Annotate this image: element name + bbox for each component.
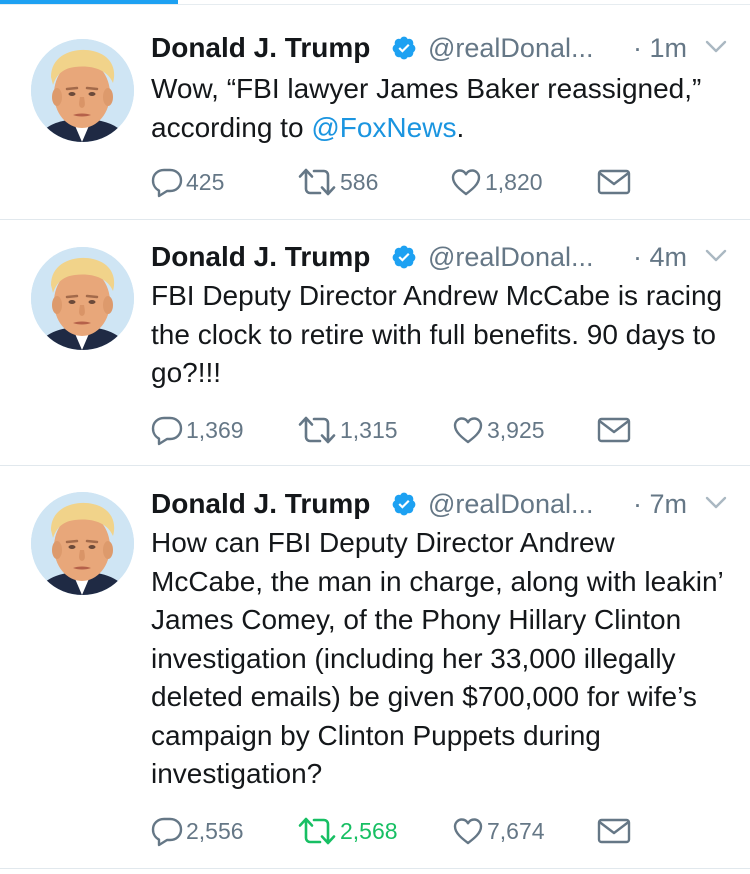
retweet-button[interactable]: 586 — [297, 165, 378, 199]
like-count: 7,674 — [487, 818, 545, 844]
tweet-header: Donald J. Trump @realDonal... · 1m — [151, 30, 730, 66]
like-button[interactable]: 1,820 — [450, 165, 543, 199]
retweet-count: 1,315 — [340, 417, 398, 443]
tweet-header: Donald J. Trump @realDonal... · 7m — [151, 486, 730, 522]
heart-icon — [450, 166, 482, 198]
retweet-button[interactable]: 1,315 — [297, 413, 398, 447]
reply-button[interactable]: 2,556 — [151, 814, 244, 848]
reply-icon — [151, 414, 183, 446]
display-name[interactable]: Donald J. Trump — [151, 486, 370, 522]
verified-badge-icon — [391, 244, 417, 270]
retweet-button[interactable]: 2,568 — [297, 814, 398, 848]
timestamp[interactable]: · 7m — [633, 486, 687, 522]
username-handle[interactable]: @realDonal... — [428, 239, 593, 275]
avatar[interactable] — [31, 39, 134, 142]
mention-link[interactable]: @FoxNews — [311, 112, 456, 143]
tweet[interactable]: Donald J. Trump @realDonal... · 4m FBI D… — [0, 220, 750, 466]
envelope-icon — [597, 168, 631, 196]
username-handle[interactable]: @realDonal... — [428, 486, 593, 522]
retweet-count: 586 — [340, 169, 379, 195]
reply-icon — [151, 815, 183, 847]
reply-button[interactable]: 425 — [151, 165, 224, 199]
display-name[interactable]: Donald J. Trump — [151, 239, 370, 275]
tweet-header: Donald J. Trump @realDonal... · 4m — [151, 239, 730, 275]
verified-badge-icon — [391, 35, 417, 61]
reply-count: 1,369 — [186, 417, 244, 443]
tweet-text: Wow, “FBI lawyer James Baker reassigned,… — [151, 70, 731, 147]
chevron-down-icon[interactable] — [705, 495, 727, 511]
display-name[interactable]: Donald J. Trump — [151, 30, 370, 66]
like-button[interactable]: 3,925 — [452, 413, 545, 447]
envelope-icon — [597, 817, 631, 845]
envelope-icon — [597, 416, 631, 444]
reply-count: 425 — [186, 169, 225, 195]
like-button[interactable]: 7,674 — [452, 814, 545, 848]
avatar[interactable] — [31, 247, 134, 350]
heart-icon — [452, 414, 484, 446]
heart-icon — [452, 815, 484, 847]
like-count: 1,820 — [485, 169, 543, 195]
direct-message-button[interactable] — [597, 814, 631, 848]
tweet-text: FBI Deputy Director Andrew McCabe is rac… — [151, 280, 723, 388]
tweet-actions: 1,369 1,315 3,925 — [151, 413, 750, 447]
tweet[interactable]: Donald J. Trump @realDonal... · 7m How c… — [0, 466, 750, 869]
profile-photo — [31, 247, 134, 350]
like-count: 3,925 — [487, 417, 545, 443]
tweet-text-part: . — [456, 111, 465, 143]
username-handle[interactable]: @realDonal... — [428, 30, 593, 66]
timestamp[interactable]: · 1m — [633, 30, 687, 66]
reply-button[interactable]: 1,369 — [151, 413, 244, 447]
tweet-actions: 2,556 2,568 7,674 — [151, 814, 750, 848]
tweet-actions: 425 586 1,820 — [151, 165, 750, 199]
direct-message-button[interactable] — [597, 413, 631, 447]
avatar[interactable] — [31, 492, 134, 595]
profile-photo — [31, 492, 134, 595]
chevron-down-icon[interactable] — [705, 39, 727, 55]
retweet-icon — [297, 815, 337, 847]
retweet-icon — [297, 166, 337, 198]
reply-icon — [151, 166, 183, 198]
retweet-count: 2,568 — [340, 818, 398, 844]
reply-count: 2,556 — [186, 818, 244, 844]
timestamp[interactable]: · 4m — [633, 239, 687, 275]
chevron-down-icon[interactable] — [705, 248, 727, 264]
direct-message-button[interactable] — [597, 165, 631, 199]
profile-photo — [31, 39, 134, 142]
verified-badge-icon — [391, 491, 417, 517]
retweet-icon — [297, 414, 337, 446]
tweet-text: How can FBI Deputy Director Andrew McCab… — [151, 527, 723, 789]
tweet[interactable]: Donald J. Trump @realDonal... · 1m Wow, … — [0, 5, 750, 220]
